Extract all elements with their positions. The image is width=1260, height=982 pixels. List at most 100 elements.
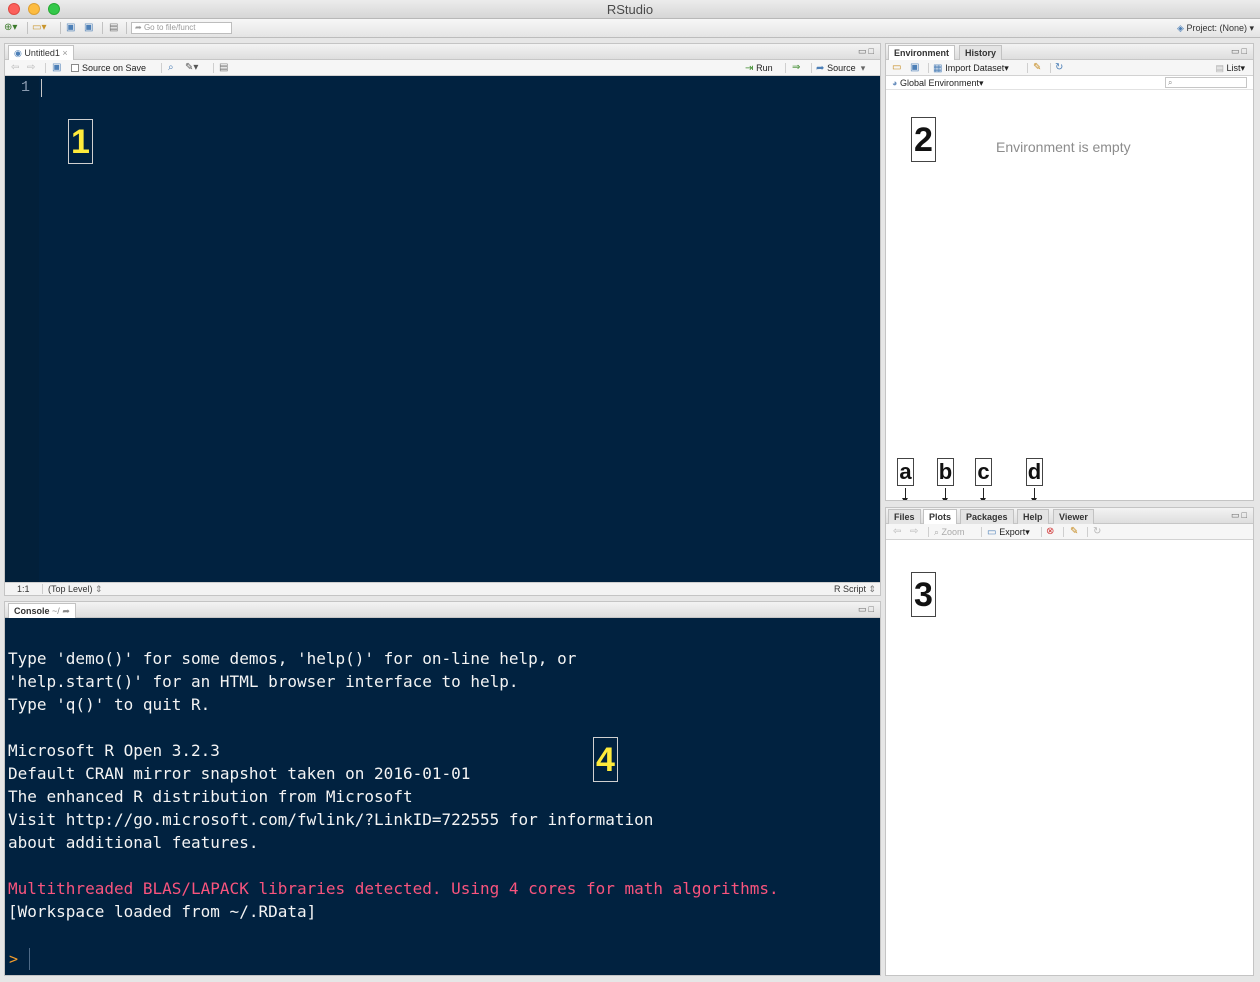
tab-viewer[interactable]: Viewer bbox=[1053, 509, 1094, 524]
save-workspace-icon[interactable]: ▣ bbox=[910, 62, 919, 74]
close-tab-icon[interactable]: × bbox=[60, 48, 67, 58]
open-folder-icon[interactable]: ▭▾ bbox=[32, 22, 46, 34]
scope-label: (Top Level) bbox=[48, 584, 93, 594]
environment-pane: Environment History ▭□ ▭ ▣ ▦ Import Data… bbox=[885, 43, 1254, 501]
go-to-placeholder: Go to file/funct bbox=[143, 23, 196, 32]
source-button[interactable]: ➦ Source ▾ bbox=[816, 62, 865, 74]
list-icon: ▤ bbox=[1215, 63, 1227, 73]
source-on-save-checkbox[interactable]: Source on Save bbox=[71, 62, 146, 74]
pane-window-controls[interactable]: ▭□ bbox=[1231, 47, 1249, 56]
print-icon[interactable]: ▤ bbox=[109, 22, 118, 34]
load-workspace-icon[interactable]: ▭ bbox=[892, 62, 901, 74]
remove-plot-icon[interactable]: ⊗ bbox=[1046, 526, 1054, 538]
tab-files[interactable]: Files bbox=[888, 509, 921, 524]
search-icon[interactable]: ⌕ bbox=[168, 62, 174, 74]
annotation-label-a: a bbox=[897, 458, 914, 486]
save-all-icon[interactable]: ▣ bbox=[84, 22, 93, 34]
chevron-updown-icon: ⇕ bbox=[865, 584, 876, 594]
toolbar-divider bbox=[1050, 63, 1051, 73]
console-line: The enhanced R distribution from Microso… bbox=[8, 787, 413, 806]
export-icon: ▭ bbox=[987, 527, 1000, 538]
zoom-label: Zoom bbox=[941, 527, 965, 537]
tab-plots[interactable]: Plots bbox=[923, 509, 958, 524]
close-window-button[interactable] bbox=[8, 3, 20, 15]
pane-window-controls[interactable]: ▭□ bbox=[858, 47, 876, 56]
run-arrow-icon: ⇥ bbox=[745, 63, 757, 74]
broom-icon[interactable]: ✎ bbox=[1070, 526, 1078, 538]
save-icon[interactable]: ▣ bbox=[66, 22, 75, 34]
environment-toolbar: ▭ ▣ ▦ Import Dataset▾ ✎ ↻ ▤ List▾ bbox=[886, 60, 1253, 76]
pane-window-controls[interactable]: ▭□ bbox=[858, 605, 876, 614]
minimize-window-button[interactable] bbox=[28, 3, 40, 15]
list-label: List bbox=[1226, 63, 1241, 73]
toolbar-divider bbox=[161, 63, 162, 73]
chevron-down-icon: ▾ bbox=[1004, 63, 1009, 73]
export-button[interactable]: ▭ Export▾ bbox=[987, 526, 1030, 538]
code-editor[interactable]: 1 1 bbox=[5, 76, 880, 582]
annotation-label-c: c bbox=[975, 458, 992, 486]
zoom-button[interactable]: ⌕ Zoom bbox=[934, 526, 965, 538]
r-file-icon: ◉ bbox=[14, 48, 25, 58]
file-type-label: R Script bbox=[833, 584, 866, 594]
refresh-icon[interactable]: ↻ bbox=[1055, 62, 1063, 74]
checkbox-box bbox=[71, 64, 79, 72]
console-warning-line: Multithreaded BLAS/LAPACK libraries dete… bbox=[8, 879, 779, 898]
text-cursor bbox=[41, 79, 42, 97]
tab-untitled1[interactable]: ◉ Untitled1 × bbox=[8, 45, 74, 60]
window-title: RStudio bbox=[606, 2, 654, 17]
annotation-arrow-c bbox=[980, 488, 986, 500]
console-line: [Workspace loaded from ~/.RData] bbox=[8, 902, 317, 921]
global-environment-label: Global Environment bbox=[899, 78, 979, 88]
run-button[interactable]: ⇥ Run bbox=[745, 62, 773, 74]
rerun-icon[interactable]: ⇒ bbox=[792, 62, 800, 74]
annotation-label-b: b bbox=[937, 458, 954, 486]
toolbar-divider bbox=[126, 22, 127, 34]
scope-selector[interactable]: (Top Level) ⇕ bbox=[48, 583, 103, 595]
annotation-arrow-b bbox=[942, 488, 948, 500]
broom-icon[interactable]: ✎ bbox=[1033, 62, 1041, 74]
next-plot-icon[interactable]: ⇨ bbox=[910, 526, 918, 538]
chevron-down-icon: ▾ bbox=[978, 78, 984, 88]
project-menu[interactable]: ◈ Project: (None) ▾ bbox=[1177, 22, 1254, 34]
console-line: Type 'demo()' for some demos, 'help()' f… bbox=[8, 649, 577, 668]
chevron-down-icon: ▾ bbox=[1025, 527, 1030, 537]
console-line: 'help.start()' for an HTML browser inter… bbox=[8, 672, 519, 691]
tab-packages[interactable]: Packages bbox=[960, 509, 1014, 524]
global-environment-selector[interactable]: ◕ Global Environment▾ bbox=[892, 77, 984, 89]
tab-history[interactable]: History bbox=[959, 45, 1003, 60]
back-icon[interactable]: ⇦ bbox=[11, 62, 19, 74]
import-dataset-button[interactable]: ▦ Import Dataset▾ bbox=[933, 62, 1009, 74]
tab-help[interactable]: Help bbox=[1017, 509, 1049, 524]
new-file-icon[interactable]: ⊕▾ bbox=[4, 22, 17, 34]
tab-console[interactable]: Console ~/ ➦ bbox=[8, 603, 76, 618]
wand-icon[interactable]: ✎▾ bbox=[185, 62, 198, 74]
go-to-file-input[interactable]: ➦ Go to file/funct bbox=[131, 22, 232, 34]
forward-icon[interactable]: ⇨ bbox=[27, 62, 35, 74]
refresh-icon[interactable]: ↻ bbox=[1093, 526, 1101, 538]
line-gutter: 1 bbox=[5, 76, 39, 582]
previous-plot-icon[interactable]: ⇦ bbox=[893, 526, 901, 538]
plots-toolbar: ⇦ ⇨ ⌕ Zoom ▭ Export▾ ⊗ ✎ ↻ bbox=[886, 524, 1253, 540]
toolbar-divider bbox=[1027, 63, 1028, 73]
annotation-arrow-a bbox=[902, 488, 908, 500]
console-pane: Console ~/ ➦ ▭□ Type 'demo()' for some d… bbox=[4, 601, 881, 976]
pane-window-controls[interactable]: ▭□ bbox=[1231, 511, 1249, 520]
project-label: Project: (None) bbox=[1186, 23, 1247, 33]
tab-environment[interactable]: Environment bbox=[888, 45, 956, 60]
search-icon: ⌕ bbox=[1168, 78, 1173, 87]
go-to-directory-icon[interactable]: ➦ bbox=[62, 606, 70, 616]
environment-search-input[interactable]: ⌕ bbox=[1165, 77, 1247, 88]
source-pane: ◉ Untitled1 × ▭□ ⇦ ⇨ ▣ Source on Save ⌕ … bbox=[4, 43, 881, 596]
go-to-arrow-icon: ➦ bbox=[135, 23, 144, 32]
console-line: Microsoft R Open 3.2.3 bbox=[8, 741, 220, 760]
annotation-arrow-d bbox=[1031, 488, 1037, 500]
table-icon: ▦ bbox=[933, 63, 946, 74]
console-output[interactable]: Type 'demo()' for some demos, 'help()' f… bbox=[5, 618, 880, 975]
save-icon[interactable]: ▣ bbox=[52, 62, 61, 74]
source-toolbar: ⇦ ⇨ ▣ Source on Save ⌕ ✎▾ ▤ ⇥ Run ⇒ ➦ So… bbox=[5, 60, 880, 76]
file-type-selector[interactable]: R Script ⇕ bbox=[833, 583, 876, 595]
list-view-selector[interactable]: ▤ List▾ bbox=[1215, 62, 1245, 74]
annotation-label-2: 2 bbox=[911, 117, 936, 162]
compile-report-icon[interactable]: ▤ bbox=[219, 62, 228, 74]
zoom-window-button[interactable] bbox=[48, 3, 60, 15]
